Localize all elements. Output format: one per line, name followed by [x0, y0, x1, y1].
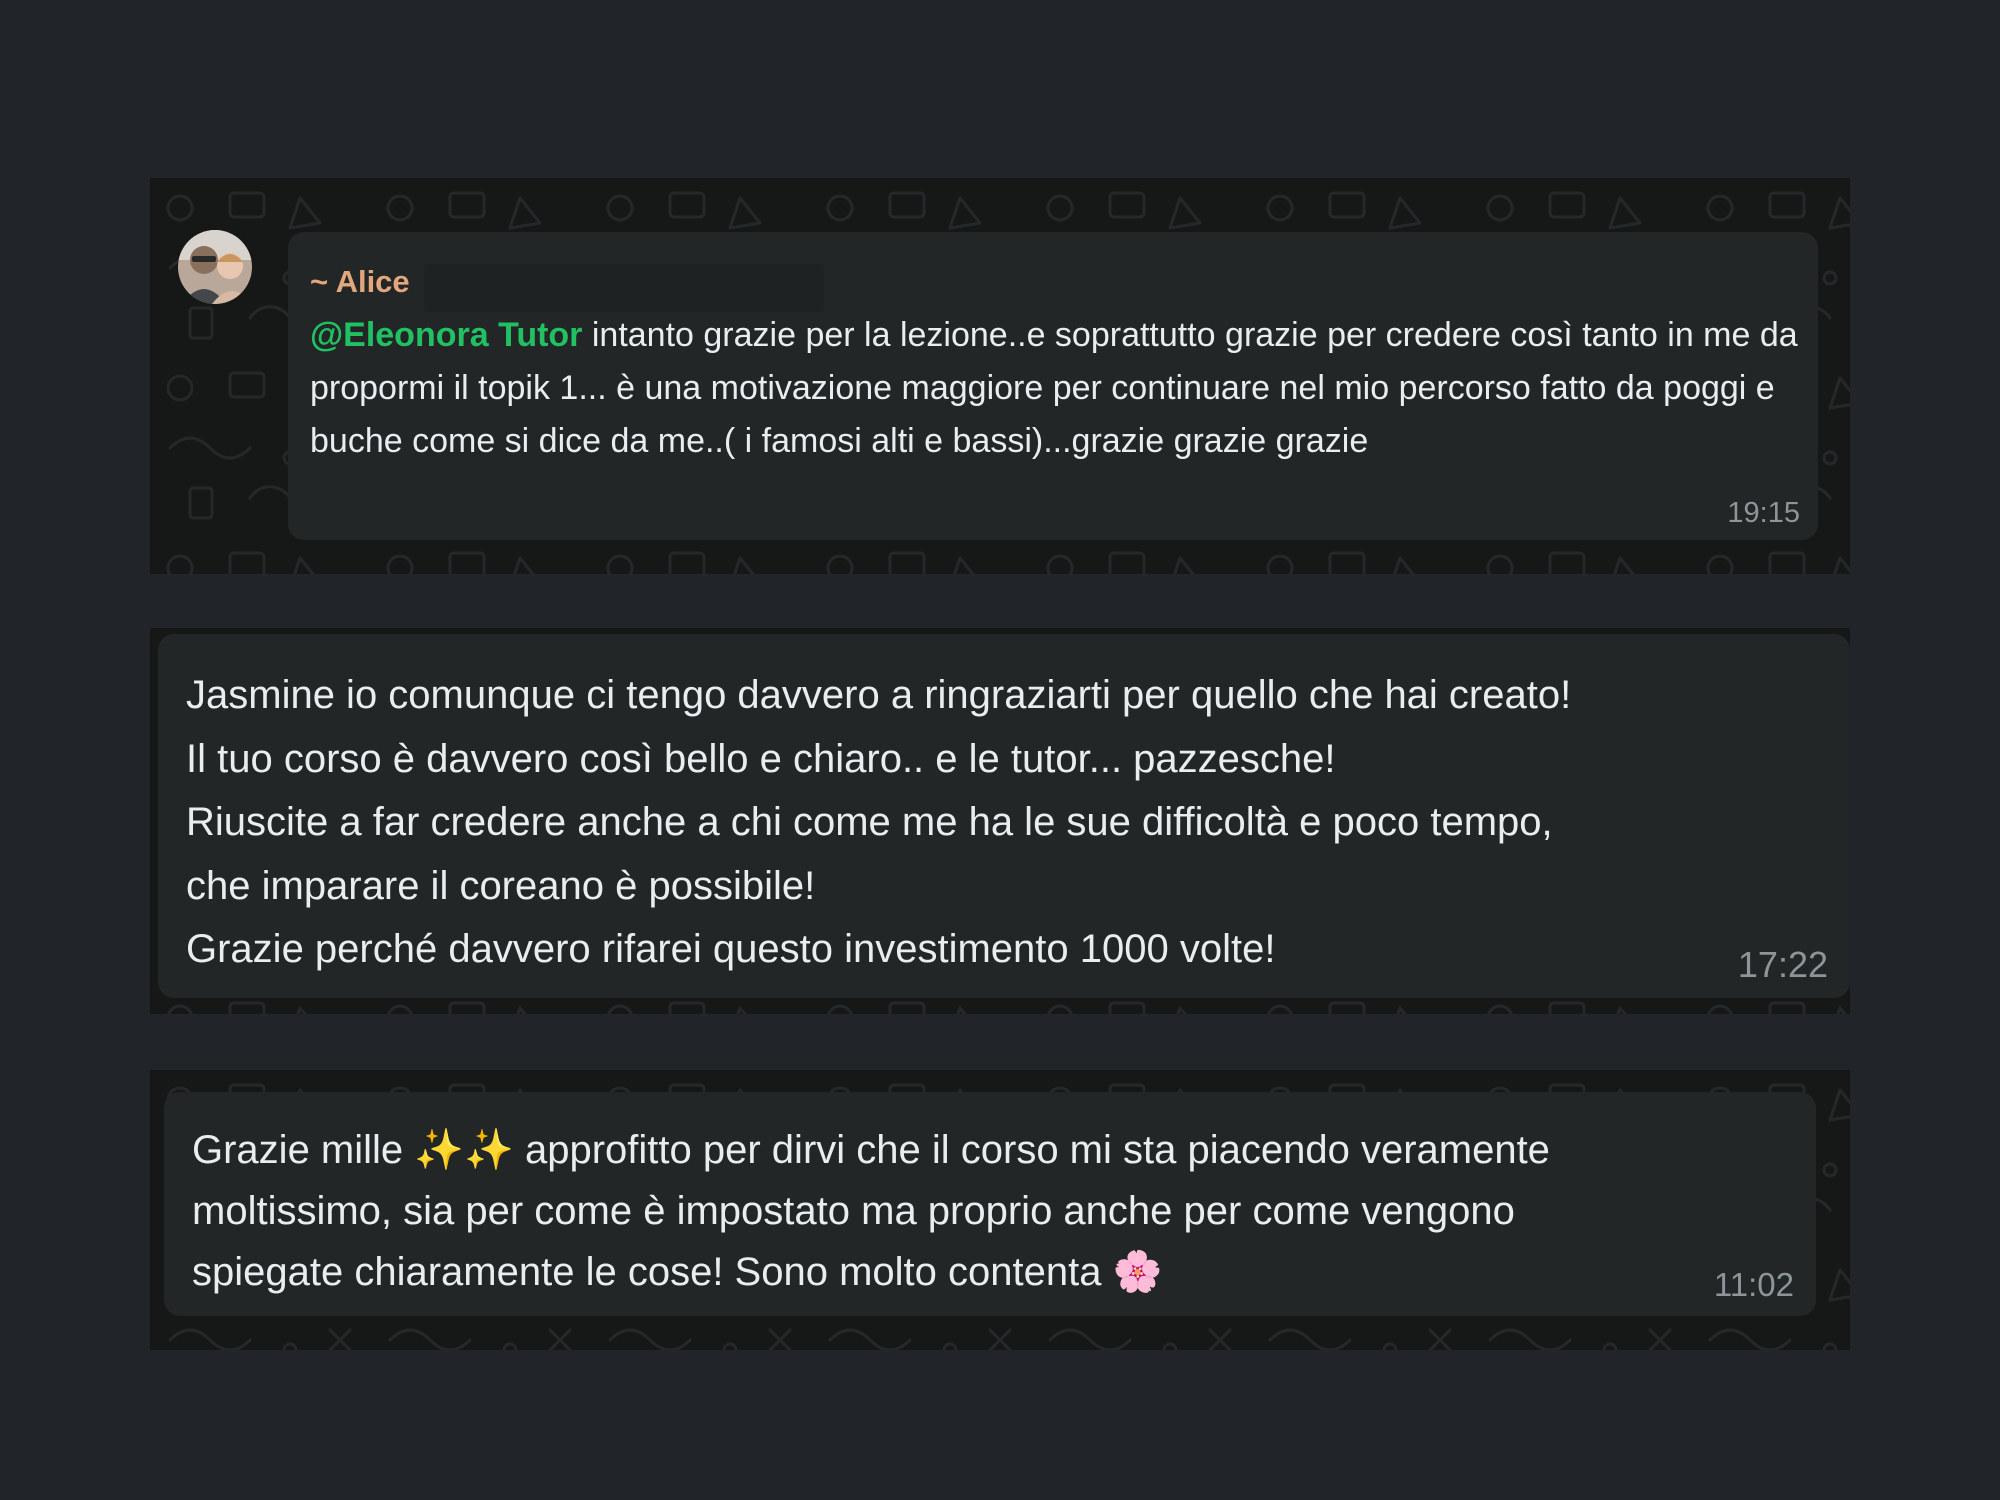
message-line: Riuscite a far credere anche a chi come … — [186, 800, 1553, 844]
message-text: @Eleonora Tutor intanto grazie per la le… — [310, 309, 1800, 468]
message-sender-row: ~ Alice — [310, 258, 1794, 312]
message-timestamp: 17:22 — [1737, 944, 1828, 985]
redacted-phone-mask — [423, 263, 824, 312]
message-line: Grazie perché davvero rifarei questo inv… — [186, 927, 1276, 971]
message-line: moltissimo, sia per come è impostato ma … — [192, 1189, 1515, 1233]
chat-screenshot-3: Grazie mille ✨✨ approfitto per dirvi che… — [150, 1070, 1850, 1350]
message-line: Il tuo corso è davvero così bello e chia… — [186, 736, 1336, 781]
message-line: spiegate chiaramente le cose! Sono molto… — [192, 1250, 1163, 1294]
avatar[interactable] — [178, 230, 252, 304]
chat-screenshot-1: ~ Alice @Eleonora Tutor intanto grazie p… — [150, 178, 1850, 574]
message-line: Grazie mille ✨✨ approfitto per dirvi che… — [192, 1128, 1550, 1172]
message-timestamp: 11:02 — [1713, 1266, 1794, 1303]
message-line: Jasmine io comunque ci tengo davvero a r… — [186, 673, 1572, 717]
message-bubble[interactable]: Grazie mille ✨✨ approfitto per dirvi che… — [164, 1092, 1816, 1316]
sender-name[interactable]: ~ Alice — [310, 264, 410, 299]
message-bubble[interactable]: ~ Alice @Eleonora Tutor intanto grazie p… — [288, 232, 1818, 540]
message-bubble[interactable]: Jasmine io comunque ci tengo davvero a r… — [158, 634, 1850, 998]
chat-screenshot-2: Jasmine io comunque ci tengo davvero a r… — [150, 628, 1850, 1014]
message-text: Grazie mille ✨✨ approfitto per dirvi che… — [192, 1120, 1788, 1303]
message-text: Jasmine io comunque ci tengo davvero a r… — [186, 664, 1822, 982]
message-timestamp: 19:15 — [1727, 497, 1800, 529]
message-line: che imparare il coreano è possibile! — [186, 863, 816, 908]
mention-link[interactable]: @Eleonora Tutor — [310, 316, 582, 354]
user-avatar-photo-icon — [178, 230, 252, 304]
